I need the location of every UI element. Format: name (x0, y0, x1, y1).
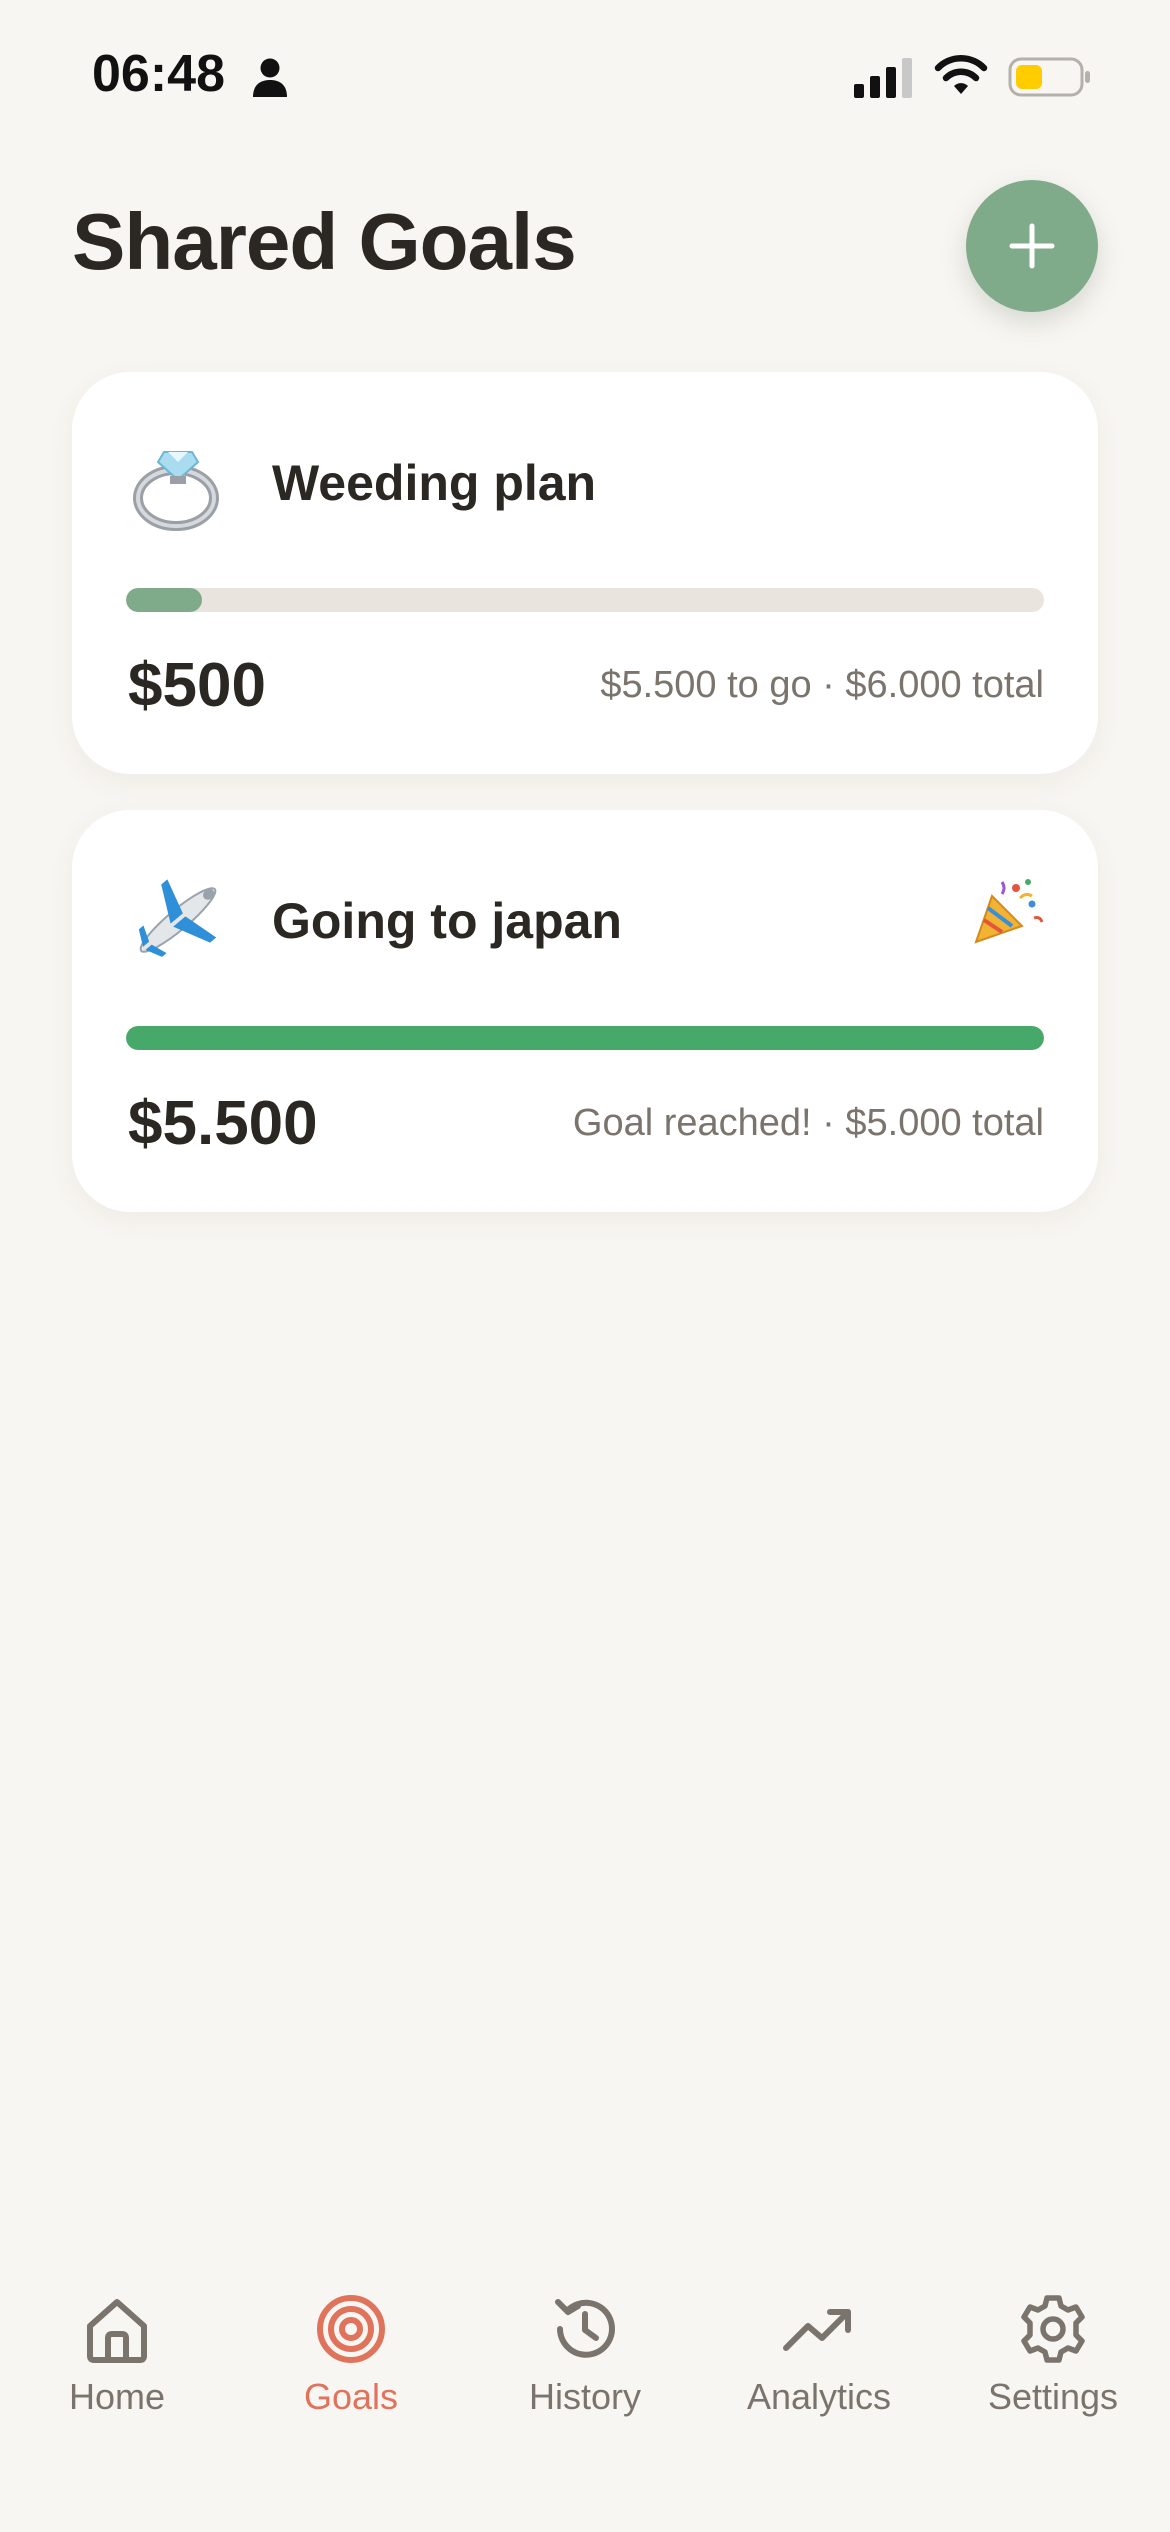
goal-saved-amount: $500 (128, 651, 266, 720)
airplane-icon (126, 868, 230, 972)
home-icon (87, 2299, 147, 2363)
goal-progress-fill (126, 1026, 1044, 1050)
person-icon (253, 58, 287, 97)
gear-icon (1021, 2295, 1085, 2363)
cellular-signal-icon (854, 58, 912, 98)
plus-icon (1009, 223, 1055, 269)
goal-progress-bar (126, 1026, 1044, 1050)
battery-icon (1008, 57, 1090, 97)
status-time: 06:48 (92, 45, 225, 103)
goal-saved-amount: $5.500 (128, 1089, 318, 1158)
tab-home[interactable]: Home (0, 2292, 234, 2452)
tab-history[interactable]: History (468, 2292, 702, 2452)
party-popper-icon (974, 879, 1044, 944)
tab-label: Home (68, 2376, 166, 2417)
tab-label: History (528, 2376, 641, 2417)
goal-remaining-text: $5.500 to go · $6.000 total (600, 664, 1044, 706)
trending-up-icon (783, 2309, 851, 2351)
wifi-icon (934, 55, 988, 94)
history-clock-icon (555, 2299, 615, 2358)
bottom-tab-bar: Home Goals History Analytics Settings (0, 2262, 1170, 2532)
goal-card-weeding-plan[interactable]: Weeding plan $500 $5.500 to go · $6.000 … (72, 372, 1098, 774)
status-bar: 06:48 (0, 0, 1170, 150)
goal-card-going-to-japan[interactable]: Going to japan $5.500 Goal reached! · $5… (72, 810, 1098, 1212)
page-title: Shared Goals (72, 197, 577, 286)
goal-name: Going to japan (272, 893, 622, 949)
ring-icon (126, 430, 230, 534)
goal-progress-fill (126, 588, 203, 612)
tab-label: Goals (303, 2376, 399, 2417)
tab-label: Analytics (746, 2376, 892, 2417)
tab-analytics[interactable]: Analytics (702, 2292, 936, 2452)
tab-goals[interactable]: Goals (234, 2292, 468, 2452)
target-icon (317, 2295, 385, 2363)
goal-progress-bar (126, 588, 1044, 612)
goal-status-text: Goal reached! · $5.000 total (572, 1102, 1044, 1144)
tab-settings[interactable]: Settings (936, 2292, 1170, 2452)
add-goal-button[interactable] (966, 180, 1098, 312)
goal-name: Weeding plan (272, 455, 597, 511)
tab-label: Settings (987, 2376, 1119, 2417)
